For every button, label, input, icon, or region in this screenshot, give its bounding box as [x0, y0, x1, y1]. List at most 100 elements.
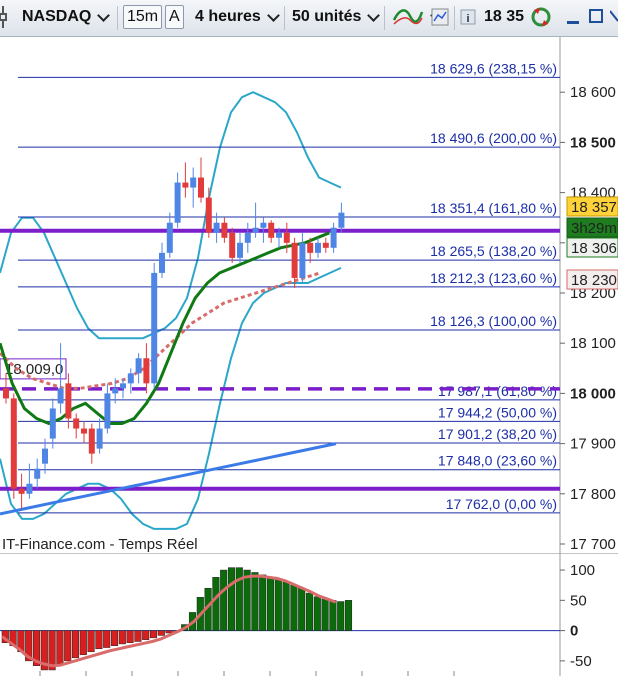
oscillator-y-tick-label: -50 [570, 653, 592, 670]
oscillator-y-tick-label: 0 [570, 623, 578, 640]
oscillator-bar-positive [313, 596, 321, 631]
instrument-selector[interactable]: NASDAQ [22, 4, 111, 30]
candle-bear [307, 242, 314, 253]
candle-bull [127, 373, 134, 384]
fib-level-label: 17 848,0 (23,60 %) [438, 453, 557, 469]
toolbar: NASDAQ 15m A 4 heures 50 unités i 18 35 [0, 0, 618, 37]
maximize-icon [589, 9, 603, 23]
indicator-button[interactable] [430, 4, 450, 30]
candle-bull [174, 182, 181, 223]
price-tag-label: 18 230 [571, 272, 617, 289]
candle-bear [73, 418, 80, 429]
close-icon [610, 10, 618, 22]
candle-bear [10, 398, 17, 489]
auto-button[interactable]: A [165, 4, 184, 30]
candle-bull [49, 408, 56, 439]
oscillator-bar-negative [118, 630, 126, 645]
candle-bull [135, 358, 142, 374]
chevron-down-icon [97, 8, 111, 22]
candle-bear [3, 388, 9, 399]
candle-bull [166, 222, 173, 253]
oscillator-bar-negative [126, 630, 134, 643]
candle-bull [244, 232, 251, 243]
oscillator-y-tick-label: 50 [570, 592, 587, 609]
y-tick-label: 18 100 [570, 335, 616, 352]
indicator-icon [431, 8, 449, 26]
candle-bear [65, 383, 72, 419]
units-selector[interactable]: 50 unités [292, 4, 381, 30]
candle-bear [229, 232, 236, 258]
minimize-icon [567, 21, 579, 24]
units-label: 50 unités [292, 8, 362, 25]
chevron-down-icon [367, 8, 381, 22]
candle-bull [299, 242, 306, 278]
separator [454, 6, 455, 30]
fib-level-label: 17 987,1 (61,80 %) [438, 383, 557, 399]
candle-bull [42, 448, 48, 464]
candle-bull [260, 222, 267, 228]
oscillator-bar-negative [165, 630, 173, 634]
separator [117, 6, 118, 30]
info-icon: i [460, 9, 476, 25]
candle-bull [57, 388, 64, 404]
fib-level-label: 17 762,0 (0,00 %) [446, 496, 557, 512]
price-chart[interactable]: 17 70017 80017 90018 00018 10018 20018 3… [0, 37, 618, 553]
candle-bull [34, 468, 41, 479]
fib-level-label: 18 265,5 (138,20 %) [430, 243, 557, 259]
price-readout-value: 18 35 [484, 8, 525, 25]
oscillator-bar-positive [259, 574, 267, 631]
candle-bear [182, 182, 189, 188]
refresh-button[interactable] [526, 4, 556, 30]
info-button[interactable]: i [460, 4, 476, 30]
candle-bear [268, 222, 275, 238]
fib-level-label: 18 351,4 (161,80 %) [430, 200, 557, 216]
candle-bear [322, 242, 329, 248]
candle-bull [237, 242, 243, 258]
source-label: IT-Finance.com - Temps Réel [2, 536, 198, 553]
candle-bull [213, 222, 220, 233]
close-button[interactable] [610, 4, 618, 30]
interval-15m-button[interactable]: 15m [123, 4, 163, 30]
oscillator-bar-positive [220, 569, 228, 631]
candle-bear [221, 222, 228, 238]
candle-bull [26, 483, 33, 494]
oscillator-bar-positive [329, 600, 337, 631]
fib-level-label: 18 490,6 (200,00 %) [430, 130, 557, 146]
candle-bear [198, 177, 204, 198]
oscillator-bar-positive [290, 584, 298, 631]
price-tag-label: 3h29m [571, 220, 617, 237]
y-tick-label: 17 800 [570, 486, 616, 503]
candle-bull [276, 232, 282, 238]
candle-bull [120, 383, 126, 389]
oscillator-bar-negative [56, 630, 64, 665]
level-tag-label: 18 009,0 [5, 361, 63, 378]
period-selector[interactable]: 4 heures [195, 4, 280, 30]
fib-level-label: 18 629,6 (238,15 %) [430, 60, 557, 76]
fib-level-label: 17 901,2 (38,20 %) [438, 426, 557, 442]
fib-level-label: 17 944,2 (50,00 %) [438, 404, 557, 420]
candle-bull [190, 177, 197, 188]
y-tick-label: 18 000 [570, 385, 616, 402]
candle-bull [338, 212, 345, 228]
oscillator-bar-negative [103, 630, 111, 648]
oscillator-bar-positive [321, 598, 329, 631]
oscillator-bar-negative [95, 630, 103, 650]
y-tick-label: 18 600 [570, 84, 616, 101]
auto-label: A [165, 5, 184, 29]
maximize-button[interactable] [588, 4, 604, 30]
candle-bull [96, 428, 103, 449]
minimize-button[interactable] [566, 4, 580, 30]
oscillator-bar-negative [87, 630, 95, 653]
candle-bull [112, 388, 119, 394]
oscillator-bar-negative [157, 630, 165, 636]
candle-bear [143, 358, 150, 384]
oscillator-bar-negative [134, 630, 142, 642]
oscillator-bar-positive [274, 578, 282, 631]
chevron-down-icon [266, 8, 280, 22]
oscillator-chart[interactable]: 100 50 0 -50 [0, 553, 618, 676]
oscillator-bar-negative [149, 630, 158, 639]
link-icon[interactable] [0, 4, 14, 30]
line-chart-icon [392, 9, 424, 25]
candle-bull [252, 227, 259, 233]
candle-bear [81, 428, 87, 434]
